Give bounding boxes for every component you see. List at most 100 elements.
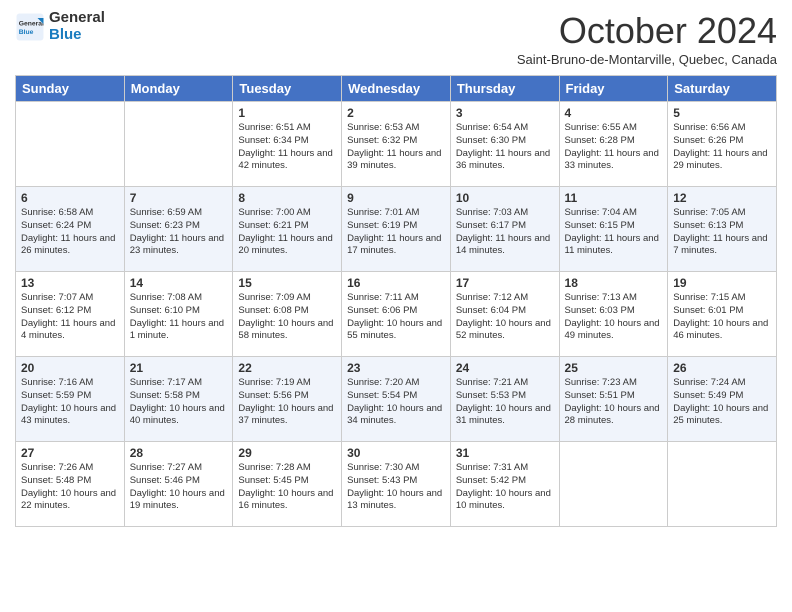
day-header-thursday: Thursday [450,76,559,102]
logo: General Blue General Blue [15,10,105,43]
calendar-cell: 23Sunrise: 7:20 AMSunset: 5:54 PMDayligh… [342,357,451,442]
day-info: Sunrise: 7:31 AMSunset: 5:42 PMDaylight:… [456,462,554,513]
day-info: Sunrise: 6:59 AMSunset: 6:23 PMDaylight:… [130,207,228,258]
day-number: 31 [456,446,554,460]
calendar-cell: 22 Sunrise: 7:19 AMSunset: 5:56 PMDayligh… [233,357,342,442]
calendar-cell [559,442,668,527]
calendar-cell: 6 Sunrise: 6:58 AMSunset: 6:24 PMDaylight… [16,187,125,272]
calendar-cell [124,102,233,187]
calendar-cell: 14Sunrise: 7:08 AMSunset: 6:10 PMDayligh… [124,272,233,357]
day-number: 16 [347,276,445,290]
day-info: Sunrise: 7:04 AMSunset: 6:15 PMDaylight:… [565,207,663,258]
day-info: Sunrise: 7:13 AMSunset: 6:03 PMDaylight:… [565,292,663,343]
day-number: 9 [347,191,445,205]
day-number: 5 [673,106,771,120]
day-info: Sunrise: 6:53 AMSunset: 6:32 PMDaylight:… [347,122,445,173]
day-info: Sunrise: 7:03 AMSunset: 6:17 PMDaylight:… [456,207,554,258]
calendar-cell: 16 Sunrise: 7:11 AMSunset: 6:06 PMDayligh… [342,272,451,357]
days-header-row: SundayMondayTuesdayWednesdayThursdayFrid… [16,76,777,102]
calendar-cell: 24Sunrise: 7:21 AMSunset: 5:53 PMDayligh… [450,357,559,442]
day-number: 25 [565,361,663,375]
week-row-3: 13 Sunrise: 7:07 AMSunset: 6:12 PMDayligh… [16,272,777,357]
day-number: 19 [673,276,771,290]
day-info: Sunrise: 7:26 AMSunset: 5:48 PMDaylight:… [21,462,119,513]
day-number: 13 [21,276,119,290]
day-info: Sunrise: 7:11 AMSunset: 6:06 PMDaylight:… [347,292,445,343]
week-row-4: 20 Sunrise: 7:16 AMSunset: 5:59 PMDayligh… [16,357,777,442]
day-header-tuesday: Tuesday [233,76,342,102]
title-block: October 2024 Saint-Bruno-de-Montarville,… [517,10,777,67]
calendar-cell: 2 Sunrise: 6:53 AMSunset: 6:32 PMDaylight… [342,102,451,187]
calendar-cell: 3 Sunrise: 6:54 AMSunset: 6:30 PMDaylight… [450,102,559,187]
calendar-cell: 18Sunrise: 7:13 AMSunset: 6:03 PMDayligh… [559,272,668,357]
day-info: Sunrise: 7:17 AMSunset: 5:58 PMDaylight:… [130,377,228,428]
calendar-cell: 27 Sunrise: 7:26 AMSunset: 5:48 PMDayligh… [16,442,125,527]
day-number: 26 [673,361,771,375]
calendar-cell: 12 Sunrise: 7:05 AMSunset: 6:13 PMDayligh… [668,187,777,272]
calendar-cell: 28 Sunrise: 7:27 AMSunset: 5:46 PMDayligh… [124,442,233,527]
day-info: Sunrise: 7:09 AMSunset: 6:08 PMDaylight:… [238,292,336,343]
day-number: 27 [21,446,119,460]
day-info: Sunrise: 7:05 AMSunset: 6:13 PMDaylight:… [673,207,771,258]
day-header-sunday: Sunday [16,76,125,102]
day-number: 15 [238,276,336,290]
location-subtitle: Saint-Bruno-de-Montarville, Quebec, Cana… [517,52,777,67]
day-number: 7 [130,191,228,205]
calendar-cell: 1Sunrise: 6:51 AMSunset: 6:34 PMDaylight… [233,102,342,187]
day-number: 2 [347,106,445,120]
logo-general-text: General [49,10,105,27]
day-number: 3 [456,106,554,120]
calendar-cell: 31 Sunrise: 7:31 AMSunset: 5:42 PMDayligh… [450,442,559,527]
week-row-2: 6 Sunrise: 6:58 AMSunset: 6:24 PMDaylight… [16,187,777,272]
logo-blue-text: Blue [49,27,105,44]
day-info: Sunrise: 6:54 AMSunset: 6:30 PMDaylight:… [456,122,554,173]
day-number: 23 [347,361,445,375]
day-info: Sunrise: 7:12 AMSunset: 6:04 PMDaylight:… [456,292,554,343]
header: General Blue General Blue October 2024 S… [15,10,777,67]
calendar-cell: 21 Sunrise: 7:17 AMSunset: 5:58 PMDayligh… [124,357,233,442]
calendar-cell: 9 Sunrise: 7:01 AMSunset: 6:19 PMDaylight… [342,187,451,272]
month-title: October 2024 [517,10,777,52]
day-info: Sunrise: 7:15 AMSunset: 6:01 PMDaylight:… [673,292,771,343]
day-number: 12 [673,191,771,205]
day-number: 21 [130,361,228,375]
calendar-cell: 17 Sunrise: 7:12 AMSunset: 6:04 PMDayligh… [450,272,559,357]
day-info: Sunrise: 6:58 AMSunset: 6:24 PMDaylight:… [21,207,119,258]
calendar-cell: 26Sunrise: 7:24 AMSunset: 5:49 PMDayligh… [668,357,777,442]
calendar-cell: 29 Sunrise: 7:28 AMSunset: 5:45 PMDayligh… [233,442,342,527]
svg-text:General: General [19,20,44,27]
day-info: Sunrise: 7:30 AMSunset: 5:43 PMDaylight:… [347,462,445,513]
day-number: 14 [130,276,228,290]
day-number: 11 [565,191,663,205]
day-info: Sunrise: 7:21 AMSunset: 5:53 PMDaylight:… [456,377,554,428]
day-number: 1 [238,106,336,120]
day-number: 6 [21,191,119,205]
day-info: Sunrise: 7:07 AMSunset: 6:12 PMDaylight:… [21,292,119,343]
day-info: Sunrise: 7:16 AMSunset: 5:59 PMDaylight:… [21,377,119,428]
day-info: Sunrise: 7:28 AMSunset: 5:45 PMDaylight:… [238,462,336,513]
day-number: 20 [21,361,119,375]
day-info: Sunrise: 6:55 AMSunset: 6:28 PMDaylight:… [565,122,663,173]
calendar-cell: 25 Sunrise: 7:23 AMSunset: 5:51 PMDayligh… [559,357,668,442]
page: General Blue General Blue October 2024 S… [0,0,792,612]
day-header-saturday: Saturday [668,76,777,102]
calendar-cell: 4Sunrise: 6:55 AMSunset: 6:28 PMDaylight… [559,102,668,187]
day-info: Sunrise: 7:23 AMSunset: 5:51 PMDaylight:… [565,377,663,428]
calendar-cell: 20 Sunrise: 7:16 AMSunset: 5:59 PMDayligh… [16,357,125,442]
calendar-cell: 10Sunrise: 7:03 AMSunset: 6:17 PMDayligh… [450,187,559,272]
day-number: 29 [238,446,336,460]
day-info: Sunrise: 7:01 AMSunset: 6:19 PMDaylight:… [347,207,445,258]
day-info: Sunrise: 6:56 AMSunset: 6:26 PMDaylight:… [673,122,771,173]
calendar-cell: 11 Sunrise: 7:04 AMSunset: 6:15 PMDayligh… [559,187,668,272]
day-info: Sunrise: 7:19 AMSunset: 5:56 PMDaylight:… [238,377,336,428]
day-number: 8 [238,191,336,205]
calendar-cell: 19 Sunrise: 7:15 AMSunset: 6:01 PMDayligh… [668,272,777,357]
calendar-cell [16,102,125,187]
day-number: 28 [130,446,228,460]
calendar-cell: 7 Sunrise: 6:59 AMSunset: 6:23 PMDaylight… [124,187,233,272]
day-number: 22 [238,361,336,375]
calendar-table: SundayMondayTuesdayWednesdayThursdayFrid… [15,75,777,527]
day-header-monday: Monday [124,76,233,102]
day-number: 17 [456,276,554,290]
day-info: Sunrise: 7:27 AMSunset: 5:46 PMDaylight:… [130,462,228,513]
